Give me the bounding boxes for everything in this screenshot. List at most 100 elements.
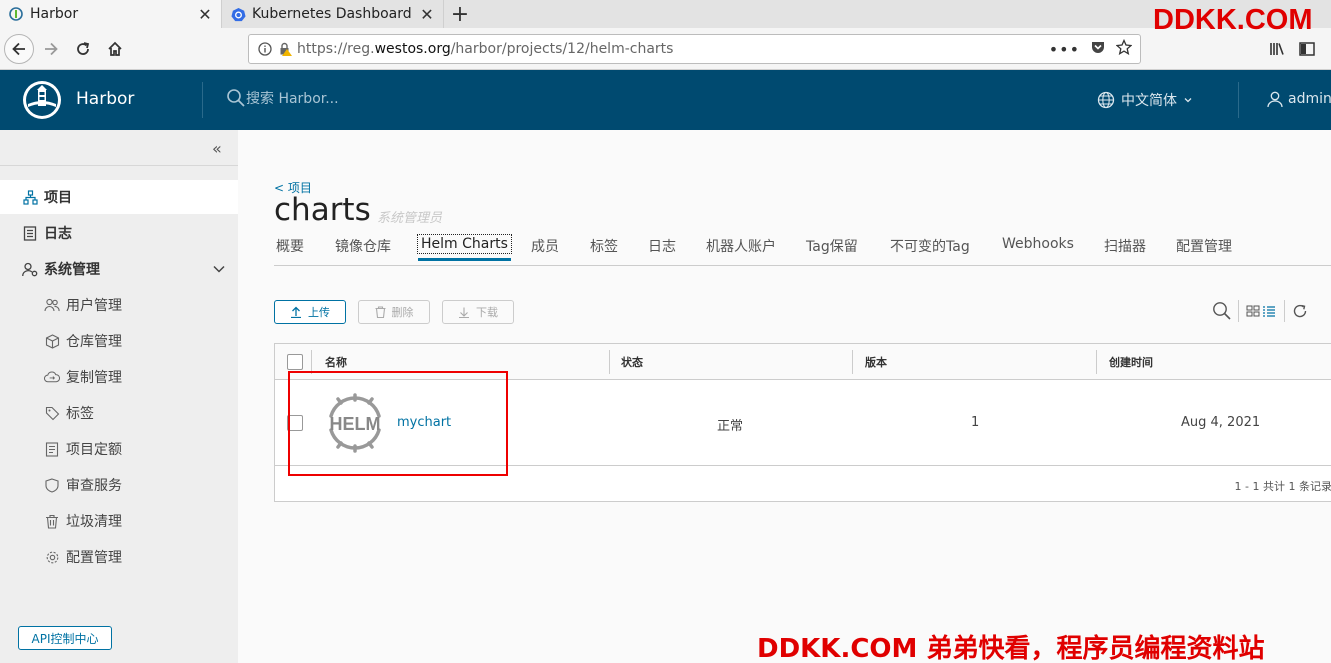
card-view-button[interactable] bbox=[1246, 300, 1260, 322]
sidebar-toggle-button[interactable] bbox=[1292, 34, 1322, 64]
app-name[interactable]: Harbor bbox=[76, 89, 134, 109]
browser-tab-harbor[interactable]: Harbor ✕ bbox=[0, 0, 222, 28]
pagination-summary: 1 - 1 共计 1 条记录 bbox=[1234, 480, 1331, 493]
select-all-checkbox[interactable] bbox=[287, 354, 303, 370]
sidebar-item-gc[interactable]: 垃圾清理 bbox=[0, 504, 238, 538]
kubernetes-favicon-icon bbox=[230, 6, 246, 22]
global-search[interactable]: 搜索 Harbor... bbox=[226, 88, 339, 108]
bookmark-star-icon[interactable] bbox=[1115, 38, 1133, 59]
address-bar[interactable]: https://reg.westos.org/harbor/projects/1… bbox=[248, 34, 1141, 64]
chart-created: Aug 4, 2021 bbox=[1181, 415, 1261, 430]
user-name: admin bbox=[1288, 91, 1331, 107]
search-icon bbox=[1213, 302, 1231, 320]
column-header-version[interactable]: 版本 bbox=[865, 354, 887, 370]
projects-icon bbox=[22, 189, 38, 205]
sidebar-item-replications[interactable]: 复制管理 bbox=[0, 360, 238, 394]
watermark-top: DDKK.COM bbox=[1153, 4, 1313, 36]
gear-icon bbox=[44, 549, 60, 565]
column-header-status[interactable]: 状态 bbox=[621, 354, 643, 370]
sidebar-item-interrogation[interactable]: 审查服务 bbox=[0, 468, 238, 502]
sidebar-item-quotas[interactable]: 项目定额 bbox=[0, 432, 238, 466]
download-icon bbox=[459, 307, 469, 318]
tab-members[interactable]: 成员 bbox=[531, 236, 559, 256]
harbor-favicon-icon bbox=[8, 6, 24, 22]
chart-version: 1 bbox=[971, 415, 980, 430]
column-header-created[interactable]: 创建时间 bbox=[1109, 354, 1153, 370]
logs-icon bbox=[22, 225, 38, 241]
sidebar-item-registries[interactable]: 仓库管理 bbox=[0, 324, 238, 358]
new-tab-button[interactable]: + bbox=[444, 0, 476, 28]
tab-repositories[interactable]: 镜像仓库 bbox=[335, 236, 391, 256]
sidebar-item-projects[interactable]: 项目 bbox=[0, 180, 238, 214]
sidebar-item-label: 日志 bbox=[44, 226, 72, 242]
sidebar-item-users[interactable]: 用户管理 bbox=[0, 288, 238, 322]
language-label: 中文简体 bbox=[1121, 93, 1177, 109]
harbor-logo-icon[interactable] bbox=[22, 80, 62, 120]
upload-button[interactable]: 上传 bbox=[274, 300, 346, 324]
header-divider bbox=[202, 82, 203, 118]
info-icon[interactable] bbox=[257, 41, 273, 57]
browser-tab-kubernetes[interactable]: Kubernetes Dashboard ✕ bbox=[222, 0, 444, 28]
watermark-bottom: DDKK.COM 弟弟快看，程序员编程资料站 bbox=[757, 634, 1265, 663]
language-selector[interactable]: 中文简体 bbox=[1097, 90, 1193, 110]
sidebar-item-label: 仓库管理 bbox=[66, 334, 122, 350]
column-separator bbox=[1096, 350, 1097, 374]
insecure-lock-icon[interactable] bbox=[277, 41, 293, 57]
column-separator bbox=[852, 350, 853, 374]
sidebar-item-labels[interactable]: 标签 bbox=[0, 396, 238, 430]
tab-robot-accounts[interactable]: 机器人账户 bbox=[706, 236, 776, 256]
back-button[interactable] bbox=[4, 34, 34, 64]
close-tab-icon[interactable]: ✕ bbox=[419, 5, 435, 24]
tab-labels[interactable]: 标签 bbox=[590, 236, 618, 256]
api-explorer-button[interactable]: API控制中心 bbox=[18, 626, 112, 650]
pocket-icon[interactable] bbox=[1090, 39, 1106, 59]
toolbar-divider bbox=[1284, 300, 1285, 322]
list-view-button[interactable] bbox=[1262, 300, 1276, 322]
tab-helm-charts[interactable]: Helm Charts bbox=[417, 234, 512, 261]
collapse-sidebar-icon[interactable]: « bbox=[212, 139, 222, 158]
sidebar-item-label: 项目 bbox=[44, 190, 72, 206]
grid-view-icon bbox=[1246, 305, 1260, 317]
library-button[interactable] bbox=[1262, 34, 1292, 64]
sidebar-item-admin[interactable]: 系统管理 bbox=[0, 252, 238, 286]
chart-status: 正常 bbox=[717, 419, 744, 434]
sidebar-item-label: 配置管理 bbox=[66, 550, 122, 566]
search-icon bbox=[227, 89, 245, 107]
tab-logs[interactable]: 日志 bbox=[648, 236, 676, 256]
sidebar-item-label: 标签 bbox=[66, 406, 94, 422]
admin-icon bbox=[22, 261, 38, 277]
user-menu[interactable]: admin bbox=[1266, 90, 1331, 108]
delete-button[interactable]: 删除 bbox=[358, 300, 430, 324]
sidebar-item-label: 项目定额 bbox=[66, 442, 122, 458]
search-toggle-button[interactable] bbox=[1212, 300, 1232, 322]
sidebar-item-logs[interactable]: 日志 bbox=[0, 216, 238, 250]
users-icon bbox=[44, 297, 60, 313]
app-header: Harbor 搜索 Harbor... 中文简体 admin bbox=[0, 70, 1331, 130]
more-actions-icon[interactable]: ••• bbox=[1049, 40, 1080, 59]
column-header-name[interactable]: 名称 bbox=[325, 354, 347, 370]
sidebar-item-label: 审查服务 bbox=[66, 478, 122, 494]
tag-icon bbox=[44, 405, 60, 421]
chevron-down-icon bbox=[1184, 98, 1192, 103]
tab-tag-retention[interactable]: Tag保留 bbox=[806, 236, 858, 256]
refresh-icon bbox=[1293, 304, 1307, 318]
close-tab-icon[interactable]: ✕ bbox=[197, 5, 213, 24]
tab-immutable-tag[interactable]: 不可变的Tag bbox=[890, 236, 970, 256]
reload-button[interactable] bbox=[68, 34, 98, 64]
tab-scanner[interactable]: 扫描器 bbox=[1104, 236, 1146, 256]
sidebar-item-configuration[interactable]: 配置管理 bbox=[0, 540, 238, 574]
library-icon bbox=[1270, 43, 1284, 55]
chevron-down-icon[interactable] bbox=[212, 262, 226, 280]
sidebar-item-label: 系统管理 bbox=[44, 262, 100, 278]
refresh-button[interactable] bbox=[1292, 300, 1308, 322]
tab-webhooks[interactable]: Webhooks bbox=[1002, 236, 1074, 252]
tab-summary[interactable]: 概要 bbox=[276, 236, 304, 256]
home-button[interactable] bbox=[100, 34, 130, 64]
download-button[interactable]: 下载 bbox=[442, 300, 514, 324]
tab-configuration[interactable]: 配置管理 bbox=[1176, 236, 1232, 256]
forward-button[interactable] bbox=[36, 34, 66, 64]
toolbar-divider bbox=[1238, 300, 1239, 322]
sidebar-item-label: 用户管理 bbox=[66, 298, 122, 314]
search-input[interactable]: 搜索 Harbor... bbox=[246, 88, 339, 108]
upload-icon bbox=[291, 306, 301, 318]
